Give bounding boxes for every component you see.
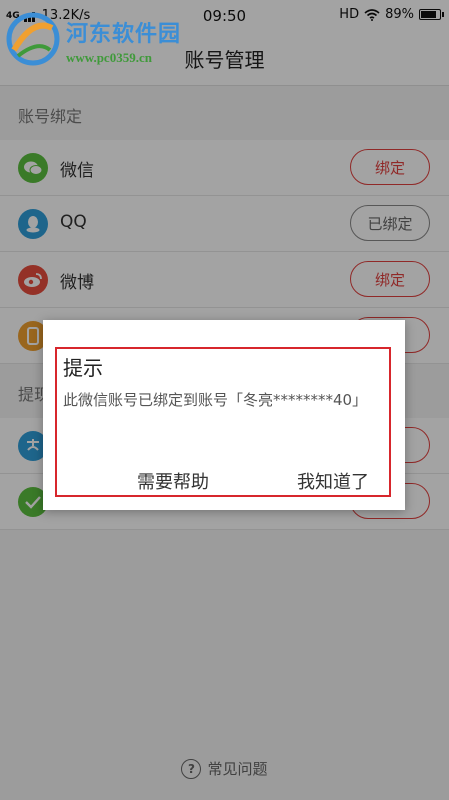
watermark-logo-icon: [6, 12, 60, 66]
watermark: 河东软件园 www.pc0359.cn: [4, 10, 181, 68]
bound-notice-dialog: 提示 此微信账号已绑定到账号「冬亮********40」 需要帮助 我知道了: [43, 320, 405, 510]
watermark-url: www.pc0359.cn: [66, 50, 152, 65]
watermark-text: 河东软件园 www.pc0359.cn: [66, 16, 181, 66]
dialog-message: 此微信账号已绑定到账号「冬亮********40」: [63, 391, 368, 409]
got-it-button[interactable]: 我知道了: [297, 468, 369, 494]
dialog-title: 提示: [63, 356, 103, 380]
watermark-title: 河东软件园: [66, 21, 182, 47]
need-help-button[interactable]: 需要帮助: [137, 468, 209, 494]
